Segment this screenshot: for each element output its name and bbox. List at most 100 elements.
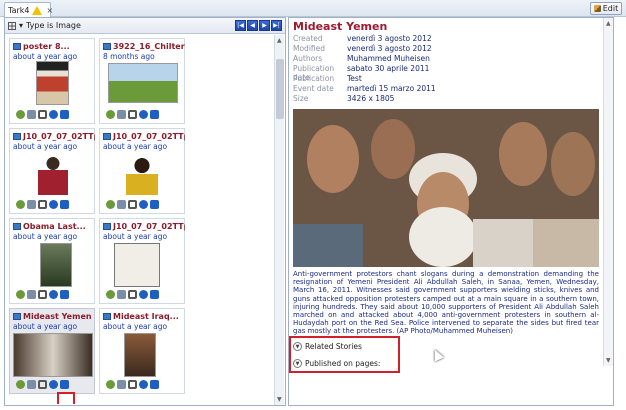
export-icon[interactable]	[60, 200, 69, 209]
export-icon[interactable]	[60, 110, 69, 119]
card-actions	[16, 110, 69, 119]
next-page-button[interactable]: ▶	[259, 20, 270, 31]
export-icon[interactable]	[60, 380, 69, 389]
crop-icon[interactable]	[128, 200, 137, 209]
meta-row: Publication Test	[293, 74, 362, 83]
card-item[interactable]: Mideast Iraq... about a year ago	[99, 308, 185, 394]
list-icon[interactable]	[117, 200, 126, 209]
document-tab[interactable]: Tark4 ×	[4, 2, 53, 17]
link-icon[interactable]	[106, 290, 115, 299]
prev-page-button[interactable]: ◀	[247, 20, 258, 31]
crop-icon[interactable]	[128, 290, 137, 299]
card-thumbnail	[126, 153, 158, 195]
tab-label: Tark4	[8, 5, 30, 15]
card-age: about a year ago	[103, 142, 168, 151]
card-item[interactable]: poster 8... about a year ago	[9, 38, 95, 124]
info-icon[interactable]	[139, 200, 148, 209]
crop-icon[interactable]	[38, 110, 47, 119]
grid-view-icon[interactable]	[8, 21, 16, 30]
card-title: J10_07_07_02TTp0...	[113, 132, 185, 141]
export-icon[interactable]	[150, 200, 159, 209]
card-age: about a year ago	[13, 232, 78, 241]
card-actions	[106, 110, 159, 119]
card-item[interactable]: 3922_16_Chilterns_... 8 months ago	[99, 38, 185, 124]
list-icon[interactable]	[27, 380, 36, 389]
scroll-up-icon[interactable]: ▲	[606, 20, 611, 27]
scroll-up-icon[interactable]: ▲	[277, 37, 282, 44]
card-thumbnail	[108, 63, 178, 103]
tab-bar: Tark4 × Edit	[0, 0, 626, 17]
tab-close-button[interactable]: ×	[46, 6, 53, 15]
pencil-icon	[593, 5, 601, 12]
list-icon[interactable]	[27, 110, 36, 119]
last-page-button[interactable]: ▶|	[271, 20, 282, 31]
export-icon[interactable]	[150, 380, 159, 389]
card-age: about a year ago	[103, 232, 168, 241]
image-icon	[13, 223, 21, 230]
results-panel: ▾ Type is Image |◀ ◀ ▶ ▶| poster 8... ab…	[4, 17, 286, 406]
card-actions	[106, 290, 159, 299]
info-icon[interactable]	[49, 200, 58, 209]
info-icon[interactable]	[49, 110, 58, 119]
link-icon[interactable]	[16, 200, 25, 209]
image-icon	[13, 43, 21, 50]
chevron-down-icon[interactable]: ▾	[19, 21, 23, 30]
link-icon[interactable]	[106, 380, 115, 389]
card-title: Mideast Iraq...	[113, 312, 179, 321]
card-title: poster 8...	[23, 42, 70, 51]
meta-row: Created venerdì 3 agosto 2012	[293, 34, 432, 43]
card-item[interactable]: J10_07_07_02TTp0... about a year ago	[99, 218, 185, 304]
image-icon	[103, 43, 111, 50]
card-title: J10_07_07_02TTp0...	[113, 222, 185, 231]
card-thumbnail	[13, 333, 93, 377]
list-icon[interactable]	[27, 290, 36, 299]
info-icon[interactable]	[139, 110, 148, 119]
card-thumbnail	[114, 243, 160, 287]
list-icon[interactable]	[117, 290, 126, 299]
edit-button[interactable]: Edit	[590, 2, 622, 15]
link-icon[interactable]	[16, 380, 25, 389]
image-icon	[13, 313, 21, 320]
card-age: about a year ago	[13, 52, 78, 61]
crop-icon[interactable]	[128, 110, 137, 119]
image-icon	[13, 133, 21, 140]
info-icon[interactable]	[139, 380, 148, 389]
card-item-selected[interactable]: Mideast Yemen about a year ago	[9, 308, 95, 394]
metadata-list: Created venerdì 3 agosto 2012 Modified ven…	[293, 34, 436, 104]
left-scrollbar[interactable]: ▲ ▼	[274, 35, 284, 405]
crop-icon[interactable]	[38, 380, 47, 389]
card-thumbnail	[36, 61, 69, 105]
export-icon[interactable]	[150, 290, 159, 299]
link-icon[interactable]	[16, 290, 25, 299]
scroll-thumb[interactable]	[276, 59, 284, 119]
detail-scrollbar[interactable]: ▲ ▼	[603, 18, 613, 366]
meta-row: Modified venerdì 3 agosto 2012	[293, 44, 432, 53]
export-icon[interactable]	[60, 290, 69, 299]
list-icon[interactable]	[117, 110, 126, 119]
list-icon[interactable]	[27, 200, 36, 209]
info-icon[interactable]	[49, 380, 58, 389]
scroll-down-icon[interactable]: ▼	[277, 396, 282, 403]
export-icon[interactable]	[150, 110, 159, 119]
first-page-button[interactable]: |◀	[235, 20, 246, 31]
meta-row: Authors Muhammed Muheisen	[293, 54, 430, 63]
info-icon[interactable]	[49, 290, 58, 299]
detail-title: Mideast Yemen	[293, 20, 388, 33]
crop-icon[interactable]	[128, 380, 137, 389]
link-icon[interactable]	[106, 200, 115, 209]
card-actions	[106, 200, 159, 209]
card-item[interactable]: Obama Last... about a year ago	[9, 218, 95, 304]
scroll-down-icon[interactable]: ▼	[606, 357, 611, 364]
image-icon	[103, 133, 111, 140]
card-item[interactable]: J10_07_07_02TTp0... about a year ago	[99, 128, 185, 214]
edit-button-label: Edit	[602, 4, 619, 13]
crop-icon[interactable]	[38, 290, 47, 299]
card-item[interactable]: J10_07_07_02TTp0... about a year ago	[9, 128, 95, 214]
crop-icon[interactable]	[38, 200, 47, 209]
link-icon[interactable]	[106, 110, 115, 119]
info-icon[interactable]	[139, 290, 148, 299]
card-thumbnail	[124, 333, 156, 377]
list-icon[interactable]	[117, 380, 126, 389]
detail-panel: Mideast Yemen Created venerdì 3 agosto 20…	[288, 17, 614, 406]
link-icon[interactable]	[16, 110, 25, 119]
